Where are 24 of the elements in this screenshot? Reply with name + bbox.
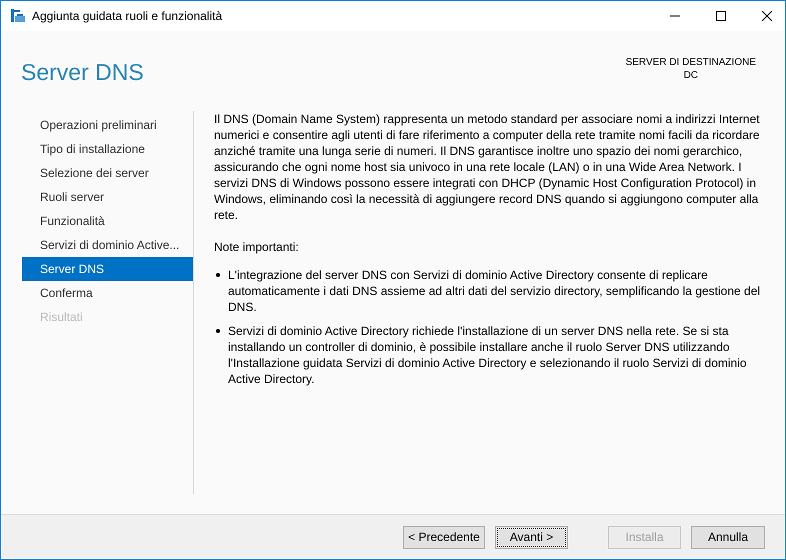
note-text: Servizi di dominio Active Directory richiede l'installazione di un server DNS nella rete. Se si sta installando un controller di dominio, è possibile installare anche il ruolo Server DNS utilizzando l'Installazione guidata Servizi di dominio Active Directory e selezionando il ruolo Servizi di dominio Active Directory. bbox=[228, 323, 748, 387]
sidebar-item[interactable]: Selezione dei server bbox=[22, 161, 193, 185]
notes-heading: Note importanti: bbox=[214, 239, 300, 255]
wizard-button[interactable]: Annulla bbox=[691, 526, 765, 548]
sidebar-item[interactable]: Operazioni preliminari bbox=[22, 113, 193, 137]
bullet-icon bbox=[216, 273, 220, 277]
destination-server: DC bbox=[684, 70, 698, 81]
note-text: L'integrazione del server DNS con Servizi di dominio Active Directory consente di replicare automaticamente i dati DNS assieme ad altri dati del servizio directory, semplificando la gestione del DNS. bbox=[228, 267, 761, 315]
bullet-icon bbox=[216, 329, 220, 333]
sidebar-item[interactable]: Server DNS bbox=[22, 257, 193, 281]
intro-paragraph: Il DNS (Domain Name System) rappresenta un metodo standard per associare nomi a indirizzi Internet numerici e consentire agli utenti di fare riferimento a computer della rete tramite nomi facili da ricordare anziché tramite una lunga serie di numeri. Il DNS garantisce inoltre uno spazio dei nomi gerarchico, assicurando che ogni nome host sia univoco in una rete locale (LAN) o in una Wide Area Network. I servizi DNS di Windows possono essere integrati con DHCP (Dynamic Host Configuration Protocol) in Windows, eliminando così la necessità di aggiungere record DNS quando si aggiungono computer alla rete. bbox=[214, 111, 761, 223]
sidebar-item[interactable]: Servizi di dominio Active... bbox=[22, 233, 193, 257]
sidebar-item[interactable]: Tipo di installazione bbox=[22, 137, 193, 161]
wizard-button[interactable]: < Precedente bbox=[403, 526, 485, 548]
wizard-button[interactable]: Avanti > bbox=[495, 526, 568, 548]
close-icon[interactable] bbox=[762, 11, 772, 21]
window-title: Aggiunta guidata ruoli e funzionalità bbox=[32, 9, 222, 23]
page-title: Server DNS bbox=[21, 59, 144, 87]
destination-label: SERVER DI DESTINAZIONE bbox=[626, 57, 756, 68]
sidebar-item[interactable]: Ruoli server bbox=[22, 185, 193, 209]
sidebar-item[interactable]: Funzionalità bbox=[22, 209, 193, 233]
server-icon bbox=[10, 8, 26, 24]
sidebar-item[interactable]: Conferma bbox=[22, 281, 193, 305]
maximize-icon[interactable] bbox=[716, 11, 726, 21]
